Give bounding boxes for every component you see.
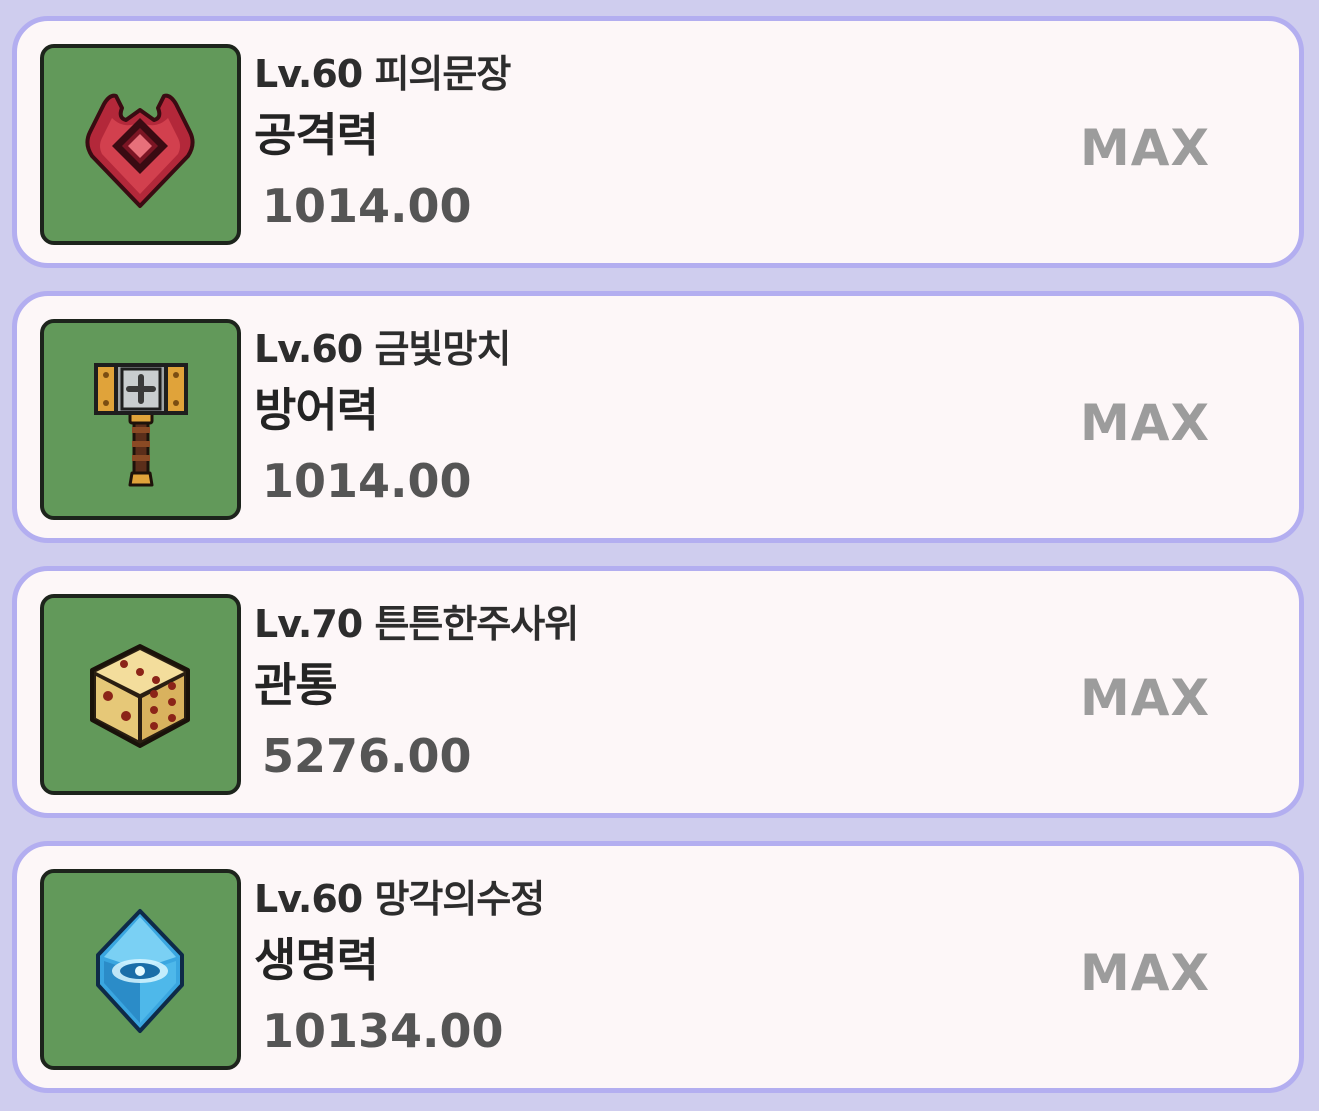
- stat-value: 1014.00: [262, 179, 472, 233]
- relic-name: 튼튼한주사위: [374, 602, 579, 646]
- stat-value: 1014.00: [262, 454, 472, 508]
- relic-icon-frame: [40, 44, 241, 245]
- relic-name: 금빛망치: [374, 327, 511, 371]
- relic-card-golden-hammer[interactable]: Lv.60 금빛망치 방어력 1014.00 MAX: [12, 291, 1304, 543]
- stat-value: 10134.00: [262, 1004, 504, 1058]
- stat-name: 생명력: [254, 933, 379, 987]
- max-level-label: MAX: [1080, 119, 1211, 177]
- relic-title: Lv.70 튼튼한주사위: [254, 593, 579, 648]
- golden-hammer-icon: [94, 363, 188, 487]
- stat-name: 관통: [254, 658, 338, 712]
- relic-card-blood-crest[interactable]: Lv.60 피의문장 공격력 1014.00 MAX: [12, 16, 1304, 268]
- relic-icon-frame: [40, 869, 241, 1070]
- relic-icon-frame: [40, 594, 241, 795]
- relic-level: Lv.60: [254, 52, 363, 96]
- relic-card-crystal-of-oblivion[interactable]: Lv.60 망각의수정 생명력 10134.00 MAX: [12, 841, 1304, 1093]
- relic-icon-frame: [40, 319, 241, 520]
- crystal-of-oblivion-icon: [96, 909, 184, 1033]
- relic-card-sturdy-dice[interactable]: Lv.70 튼튼한주사위 관통 5276.00 MAX: [12, 566, 1304, 818]
- relic-name: 망각의수정: [374, 877, 545, 921]
- relic-level: Lv.70: [254, 602, 363, 646]
- relic-title: Lv.60 금빛망치: [254, 318, 511, 373]
- stat-name: 방어력: [254, 383, 379, 437]
- stat-value: 5276.00: [262, 729, 472, 783]
- sturdy-dice-icon: [90, 644, 190, 748]
- relic-name: 피의문장: [374, 52, 511, 96]
- max-level-label: MAX: [1080, 944, 1211, 1002]
- blood-crest-icon: [85, 93, 195, 208]
- stat-name: 공격력: [254, 108, 379, 162]
- relic-title: Lv.60 망각의수정: [254, 868, 545, 923]
- max-level-label: MAX: [1080, 669, 1211, 727]
- relic-level: Lv.60: [254, 327, 363, 371]
- relic-title: Lv.60 피의문장: [254, 43, 511, 98]
- relic-level: Lv.60: [254, 877, 363, 921]
- max-level-label: MAX: [1080, 394, 1211, 452]
